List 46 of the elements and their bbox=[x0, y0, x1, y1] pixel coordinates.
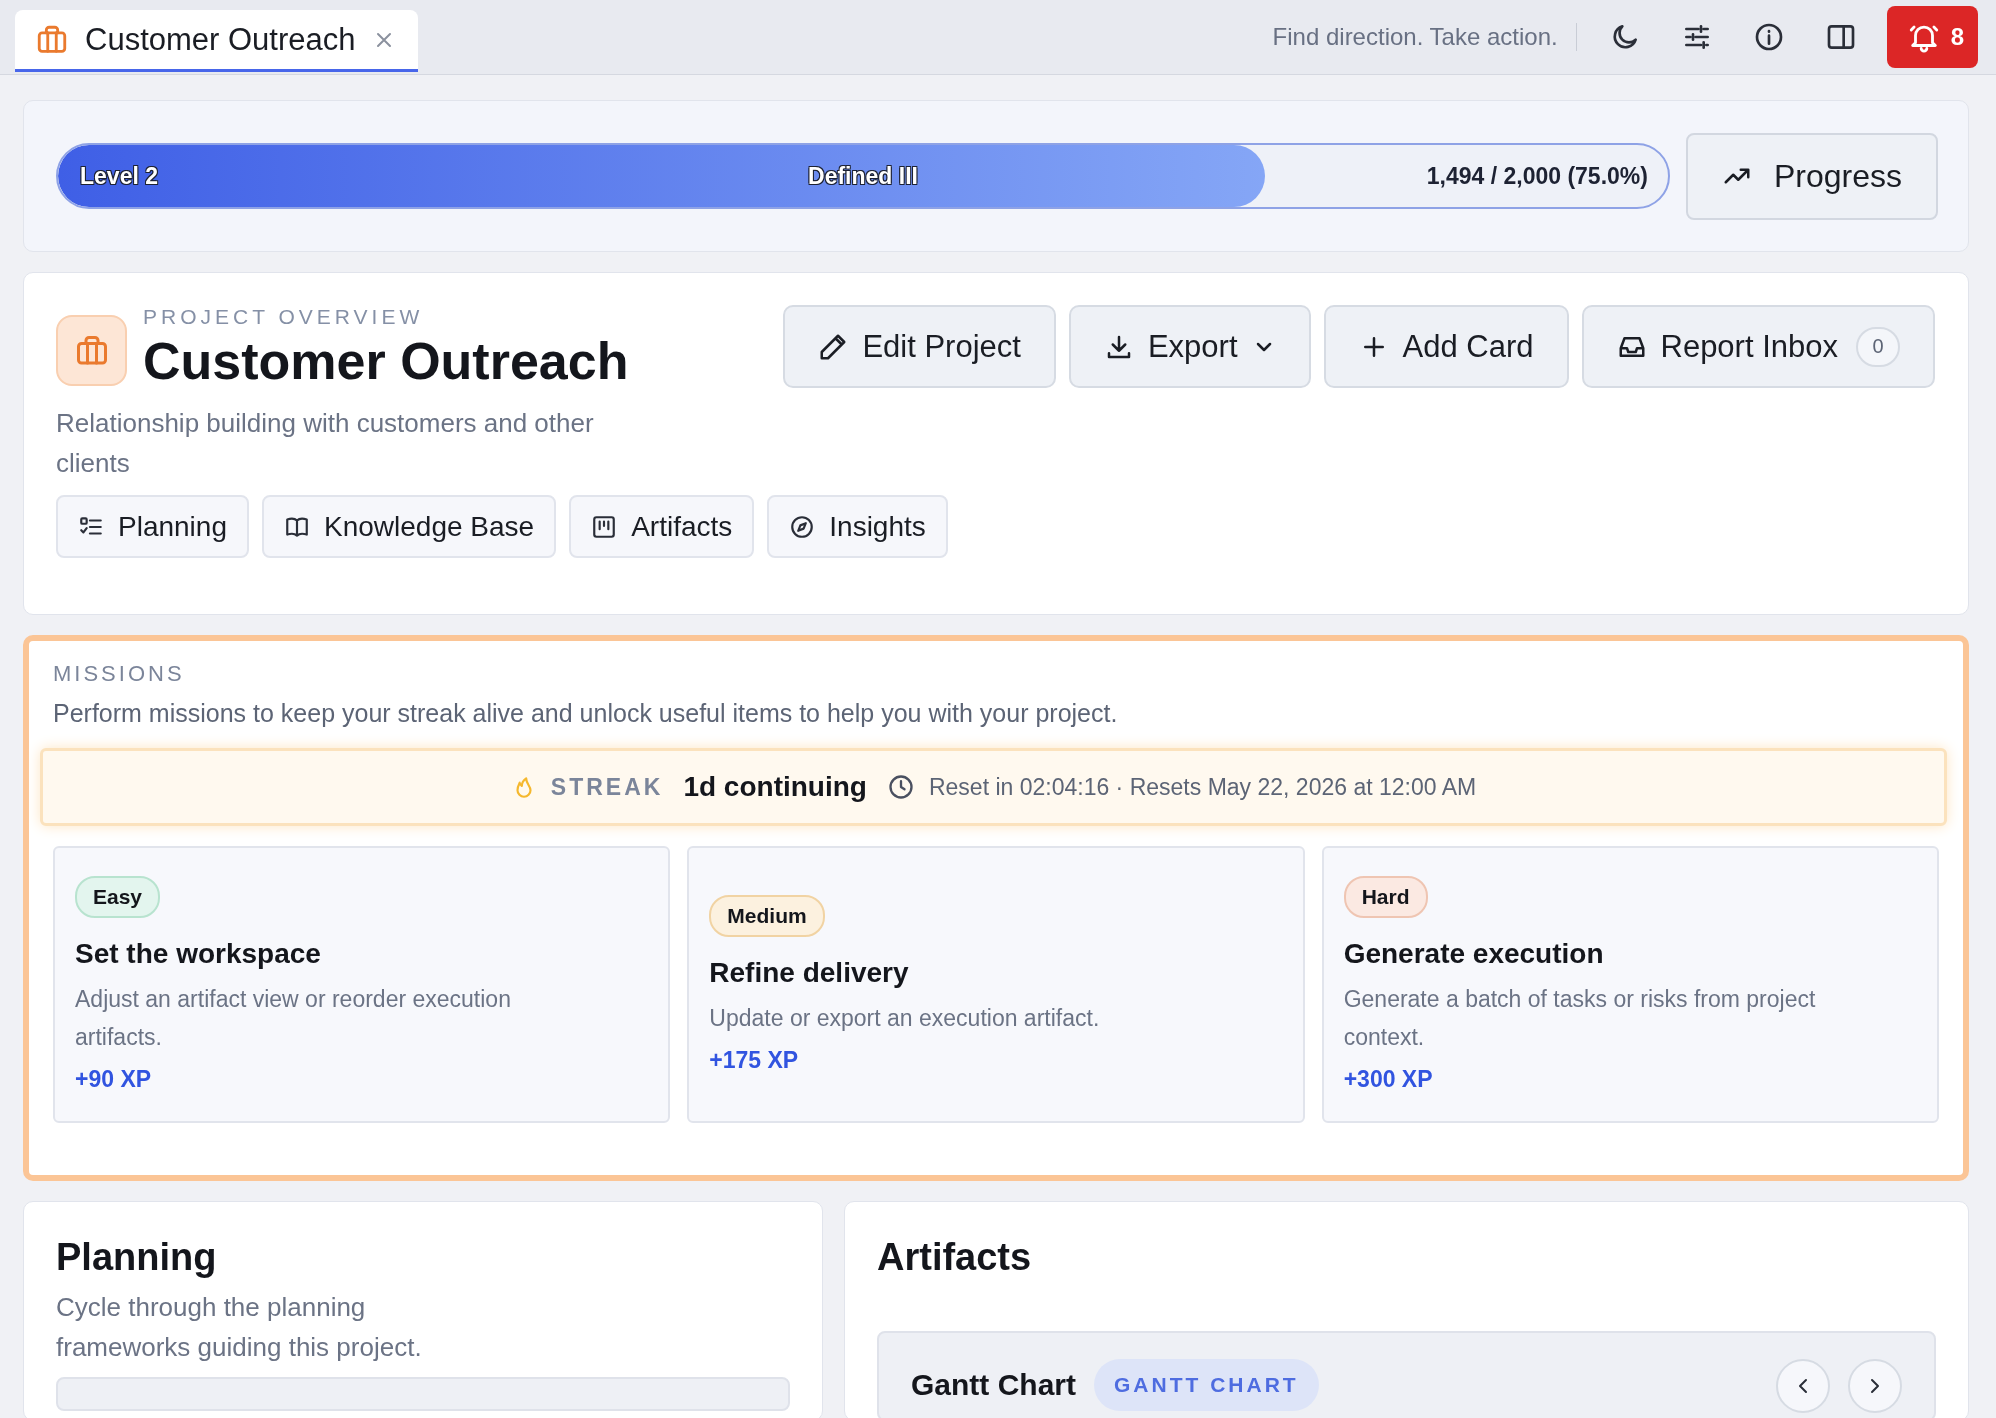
notification-count: 8 bbox=[1950, 23, 1964, 51]
nav-button[interactable]: Artifacts bbox=[569, 495, 755, 558]
difficulty-badge: Hard bbox=[1343, 876, 1428, 918]
project-title: Customer Outreach bbox=[143, 331, 629, 391]
board-icon bbox=[591, 513, 618, 540]
mission-reward: +300 XP bbox=[1343, 1066, 1433, 1093]
mission-reward: +175 XP bbox=[709, 1047, 799, 1074]
artifact-title: Gantt Chart bbox=[911, 1367, 1076, 1403]
mission-title: Refine delivery bbox=[709, 957, 909, 989]
mission-description: Adjust an artifact view or reorder execution artifacts. bbox=[75, 985, 512, 1052]
notifications-button[interactable]: 8 bbox=[1886, 6, 1978, 68]
mission-description: Generate a batch of tasks or risks from project context. bbox=[1343, 985, 1817, 1052]
tagline: Find direction. Take action. bbox=[1272, 23, 1577, 51]
difficulty-badge: Medium bbox=[709, 895, 825, 937]
level-label: Level 2 bbox=[80, 161, 158, 191]
action-button[interactable]: Add Card bbox=[1323, 305, 1569, 388]
tab[interactable]: Customer Outreach bbox=[15, 10, 418, 72]
rank-label: Defined III bbox=[808, 161, 918, 191]
count-badge: 0 bbox=[1856, 326, 1900, 367]
mission-description: Update or export an execution artifact. bbox=[709, 1004, 1100, 1033]
clock-icon bbox=[886, 773, 915, 801]
panel-description: Cycle through the planning frameworks guiding this project. bbox=[56, 1291, 423, 1364]
panel-title: Artifacts bbox=[877, 1236, 1033, 1279]
nav-button[interactable]: Knowledge Base bbox=[262, 495, 557, 558]
action-button[interactable]: Edit Project bbox=[783, 305, 1056, 388]
section-heading: MISSIONS bbox=[53, 661, 186, 687]
mission-reward: +90 XP bbox=[75, 1066, 152, 1093]
nav-button[interactable]: Insights bbox=[767, 495, 948, 558]
mission-title: Set the workspace bbox=[75, 938, 321, 970]
project-description: Relationship building with customers and other clients bbox=[56, 407, 595, 480]
action-button[interactable]: Export bbox=[1068, 305, 1311, 388]
streak-value: 1d continuing bbox=[683, 771, 867, 803]
missions-description: Perform missions to keep your streak alive and unlock useful items to help you with your project. bbox=[53, 699, 1119, 728]
artifact-type-badge: GANTT CHART bbox=[1094, 1359, 1319, 1411]
tab-title[interactable]: Customer Outreach bbox=[85, 21, 356, 58]
action-button[interactable]: Report Inbox 0 bbox=[1581, 305, 1935, 388]
difficulty-badge: Easy bbox=[75, 876, 161, 918]
progress-button[interactable]: Progress bbox=[1685, 132, 1938, 220]
section-eyebrow: PROJECT OVERVIEW bbox=[143, 305, 425, 329]
mission-title: Generate execution bbox=[1343, 938, 1604, 970]
compass-icon bbox=[789, 513, 816, 540]
xp-reading: 1,494 / 2,000 (75.0%) bbox=[1426, 161, 1648, 191]
streak-label: STREAK bbox=[550, 773, 664, 801]
panel-title: Planning bbox=[56, 1236, 218, 1279]
nav-button[interactable]: Planning bbox=[56, 495, 249, 558]
streak-reset: Reset in 02:04:16 · Resets May 22, 2026 at 12:00 AM bbox=[928, 773, 1477, 801]
